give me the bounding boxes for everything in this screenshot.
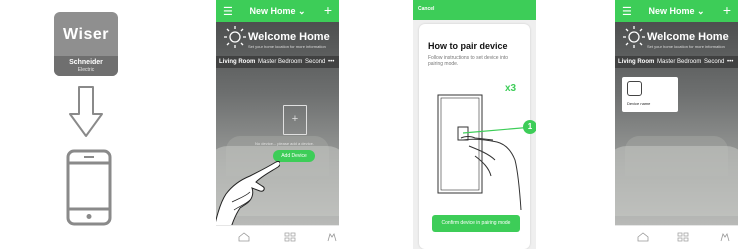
device-switch-illustration xyxy=(437,94,533,210)
room-tabs-2: Living Room Master Bedroom Second ••• xyxy=(615,56,738,68)
weather-sun-icon xyxy=(623,26,645,48)
pairing-title: How to pair device xyxy=(428,41,508,51)
home-icon[interactable] xyxy=(637,232,649,242)
pairing-header: Cancel xyxy=(413,0,536,20)
home-title-2: New Home xyxy=(648,6,695,16)
tabs-more-icon[interactable]: ••• xyxy=(328,59,334,65)
bottom-nav-2 xyxy=(615,225,738,249)
tab-second[interactable]: Second xyxy=(305,59,325,65)
welcome-title: Welcome Home xyxy=(248,31,330,43)
pairing-subtitle: Follow instructions to set device into p… xyxy=(428,55,509,67)
wiser-logo-text: Wiser xyxy=(63,26,109,43)
welcome-subtitle-2: Set your home location for more informat… xyxy=(647,44,725,49)
phone-screen-device-added: ☰ New Home ⌄ + Welcome Home Set your hom… xyxy=(615,0,738,249)
tab-second[interactable]: Second xyxy=(704,59,724,65)
step-number-badge: 1 xyxy=(523,120,536,134)
add-icon[interactable]: + xyxy=(324,2,332,18)
welcome-title-2: Welcome Home xyxy=(647,31,729,43)
device-tile[interactable]: Device name xyxy=(622,77,678,112)
schneider-brand: Schneider xyxy=(69,59,103,66)
cancel-button[interactable]: Cancel xyxy=(418,6,434,12)
home-selector-2[interactable]: New Home ⌄ xyxy=(615,6,738,17)
tab-living-room[interactable]: Living Room xyxy=(618,59,654,65)
down-arrow-icon xyxy=(69,86,103,137)
device-icon xyxy=(627,81,642,96)
automation-icon[interactable] xyxy=(719,232,731,242)
home-icon[interactable] xyxy=(238,232,250,242)
phone-screen-pairing: Cancel How to pair device Follow instruc… xyxy=(413,0,536,249)
schneider-brand-sub: Electric xyxy=(77,67,95,73)
app-header: ☰ New Home ⌄ + xyxy=(216,0,339,22)
tab-master-bedroom[interactable]: Master Bedroom xyxy=(258,59,302,65)
add-icon[interactable]: + xyxy=(723,2,731,18)
add-device-icon: + xyxy=(283,105,307,135)
room-background-2 xyxy=(615,22,738,226)
weather-sun-icon xyxy=(224,26,246,48)
tab-living-room[interactable]: Living Room xyxy=(219,59,255,65)
wiser-logo: Wiser Schneider Electric xyxy=(54,12,118,76)
smartphone-icon xyxy=(66,149,112,226)
app-header-2: ☰ New Home ⌄ + xyxy=(615,0,738,22)
devices-icon[interactable] xyxy=(284,232,296,242)
bottom-nav xyxy=(216,225,339,249)
background-floor-2 xyxy=(615,146,738,216)
phone-screen-empty-home: ☰ New Home ⌄ + Welcome Home Set your hom… xyxy=(216,0,339,249)
room-tabs: Living Room Master Bedroom Second ••• xyxy=(216,56,339,68)
schneider-badge: Schneider Electric xyxy=(54,56,118,76)
tab-master-bedroom[interactable]: Master Bedroom xyxy=(657,59,701,65)
device-name: Device name xyxy=(627,101,651,106)
home-title: New Home xyxy=(249,6,296,16)
devices-icon[interactable] xyxy=(677,232,689,242)
home-selector[interactable]: New Home ⌄ xyxy=(216,6,339,17)
empty-message: No device... please add a device. xyxy=(255,141,314,146)
welcome-subtitle: Set your home location for more informat… xyxy=(248,44,326,49)
automation-icon[interactable] xyxy=(326,232,338,242)
tabs-more-icon[interactable]: ••• xyxy=(727,59,733,65)
confirm-pairing-button[interactable]: Confirm device in pairing mode xyxy=(432,215,520,232)
